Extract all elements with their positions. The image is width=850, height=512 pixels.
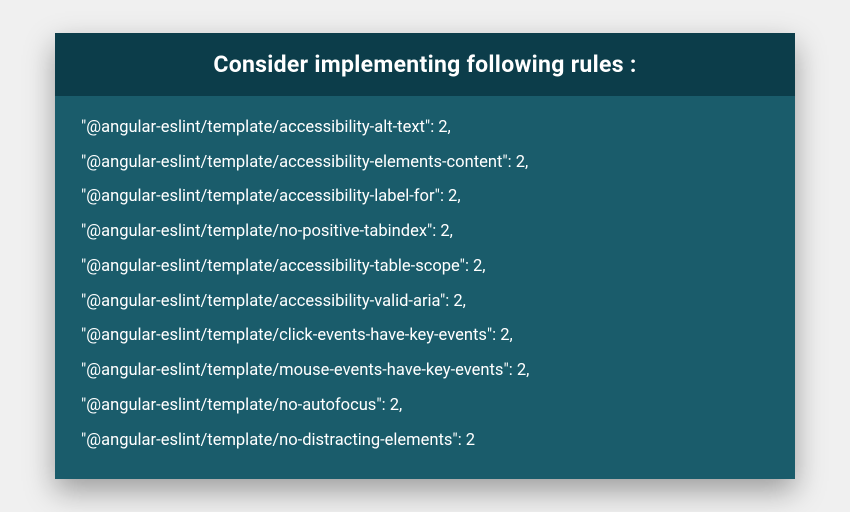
rule-item: "@angular-eslint/template/accessibility-… [81,255,769,280]
rule-item: "@angular-eslint/template/no-distracting… [81,429,769,454]
card-content: "@angular-eslint/template/accessibility-… [55,96,795,480]
rule-item: "@angular-eslint/template/click-events-h… [81,324,769,349]
rule-item: "@angular-eslint/template/no-positive-ta… [81,220,769,245]
rule-item: "@angular-eslint/template/mouse-events-h… [81,359,769,384]
card-header: Consider implementing following rules : [55,33,795,96]
rule-item: "@angular-eslint/template/accessibility-… [81,290,769,315]
rule-item: "@angular-eslint/template/accessibility-… [81,116,769,141]
rule-item: "@angular-eslint/template/accessibility-… [81,151,769,176]
card-title: Consider implementing following rules : [79,51,771,78]
rule-item: "@angular-eslint/template/no-autofocus":… [81,394,769,419]
rule-item: "@angular-eslint/template/accessibility-… [81,185,769,210]
rules-card: Consider implementing following rules : … [55,33,795,480]
